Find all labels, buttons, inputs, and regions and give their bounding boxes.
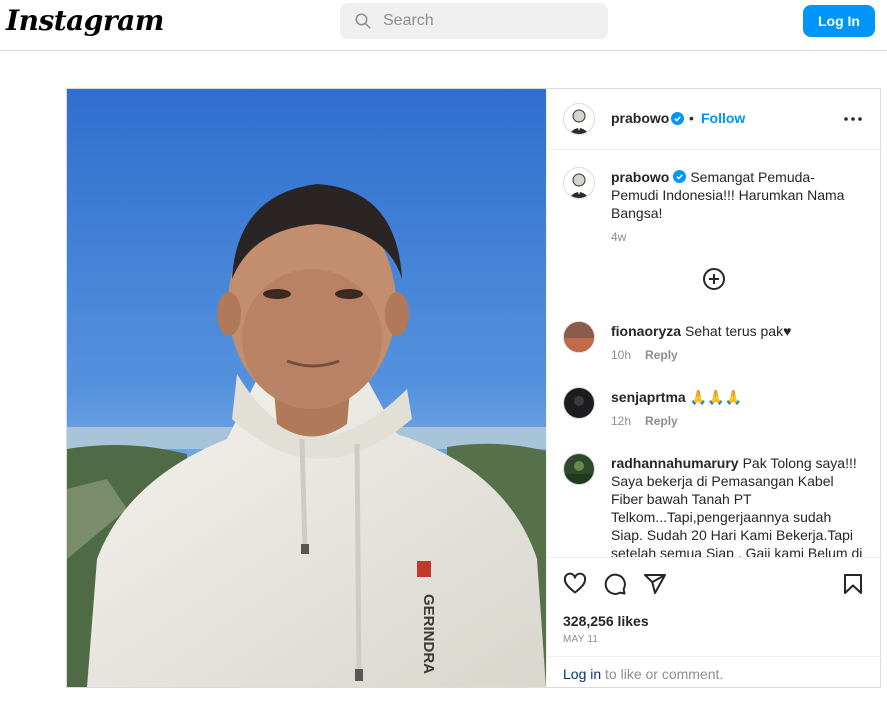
comment-username[interactable]: radhannahumarury <box>611 455 739 471</box>
verified-badge-icon <box>673 170 687 183</box>
search-box[interactable] <box>340 3 608 39</box>
login-prompt-text: to like or comment. <box>601 666 724 682</box>
likes-count[interactable]: 328,256 likes <box>563 613 649 629</box>
hoodie-brand-text: GERINDRA <box>420 594 437 674</box>
avatar-image <box>564 454 594 484</box>
caption-username[interactable]: prabowo <box>611 169 669 185</box>
search-icon <box>355 13 371 29</box>
comment-body: 🙏🙏🙏 <box>689 389 742 405</box>
comment-meta: 10h Reply <box>611 348 678 362</box>
post-actions: 328,256 likes MAY 11 Log in to like or c… <box>547 557 881 687</box>
commenter-avatar[interactable] <box>563 387 595 419</box>
caption-time: 4w <box>611 230 627 244</box>
avatar-image <box>564 104 594 134</box>
comments-list[interactable]: prabowo Semangat Pemuda-Pemudi Indonesia!… <box>547 151 881 557</box>
separator-dot: • <box>689 110 694 126</box>
share-icon[interactable] <box>643 572 667 596</box>
follow-button[interactable]: Follow <box>701 110 745 126</box>
avatar-image <box>564 168 594 198</box>
post-sidebar: prabowo • Follow prabowo Semangat Pemuda-… <box>546 89 881 687</box>
comment-meta: 12h Reply <box>611 414 678 428</box>
comment-time: 12h <box>611 414 632 428</box>
post-image: GERINDRA <box>67 89 546 687</box>
post-photo[interactable]: GERINDRA <box>67 89 546 687</box>
comment-text: fionaoryza Sehat terus pak♥ <box>611 322 861 340</box>
avatar-image <box>564 388 594 418</box>
comment-body: Sehat terus pak♥ <box>685 323 792 339</box>
comment-username[interactable]: fionaoryza <box>611 323 681 339</box>
author-avatar[interactable] <box>563 103 595 135</box>
comment-text: senjaprtma 🙏🙏🙏 <box>611 388 861 406</box>
add-circle-icon[interactable] <box>702 267 726 291</box>
instagram-logo[interactable]: Instagram <box>6 4 164 37</box>
search-input[interactable] <box>383 12 583 30</box>
author-username[interactable]: prabowo <box>611 110 669 126</box>
reply-button[interactable]: Reply <box>645 348 678 362</box>
heart-icon[interactable] <box>563 572 587 596</box>
comment-icon[interactable] <box>603 572 627 596</box>
bookmark-icon[interactable] <box>841 572 865 596</box>
caption-text: prabowo Semangat Pemuda-Pemudi Indonesia!… <box>611 168 861 222</box>
post-date: MAY 11 <box>563 634 599 645</box>
top-nav: Instagram Log In <box>0 0 887 51</box>
commenter-avatar[interactable] <box>563 453 595 485</box>
reply-button[interactable]: Reply <box>645 414 678 428</box>
commenter-avatar[interactable] <box>563 321 595 353</box>
login-prompt: Log in to like or comment. <box>547 656 881 688</box>
login-button[interactable]: Log In <box>803 5 875 37</box>
more-options-icon[interactable] <box>841 107 865 131</box>
post-card: GERINDRA prabowo • Follow prabowo Semanga… <box>66 88 881 688</box>
caption-avatar[interactable] <box>563 167 595 199</box>
comment-text: radhannahumarury Pak Tolong saya!!! Saya … <box>611 454 865 557</box>
comment-username[interactable]: senjaprtma <box>611 389 686 405</box>
login-link[interactable]: Log in <box>563 666 601 682</box>
comment-time: 10h <box>611 348 632 362</box>
post-header: prabowo • Follow <box>547 89 881 150</box>
verified-badge-icon <box>671 112 684 125</box>
avatar-image <box>564 322 594 352</box>
